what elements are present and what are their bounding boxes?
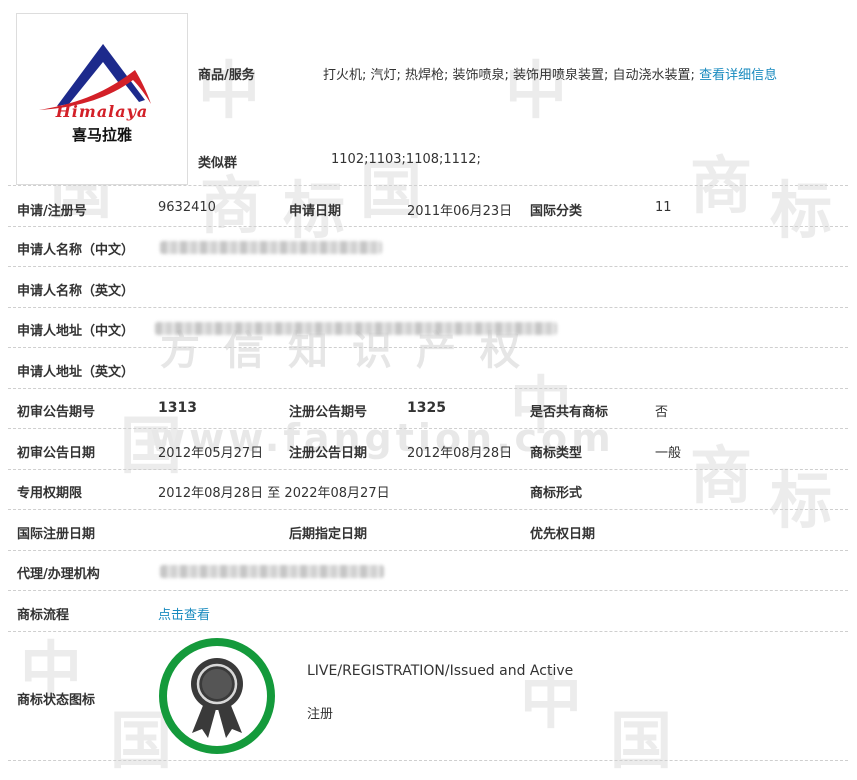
row-divider (8, 428, 848, 429)
intl-class-value: 11 (655, 200, 672, 215)
watermark-char: 标 (770, 464, 833, 537)
logo-latin-name: Himalaya (55, 102, 149, 121)
application-number-value: 9632410 (158, 200, 216, 215)
status-text-english: LIVE/REGISTRATION/Issued and Active (307, 663, 574, 679)
application-date-value: 2011年06月23日 (407, 204, 513, 219)
reg-announcement-date-value: 2012年08月28日 (407, 446, 513, 461)
goods-value: 打火机; 汽灯; 热焊枪; 装饰喷泉; 装饰用喷泉装置; 自动浇水装置; 查看详… (323, 64, 777, 83)
reg-announcement-date-label: 注册公告日期 (289, 446, 368, 461)
similar-group-value: 1102;1103;1108;1112; (331, 152, 481, 167)
priority-date-label: 优先权日期 (530, 527, 596, 542)
status-icon-label: 商标状态图标 (17, 693, 96, 708)
row-divider (8, 226, 848, 227)
exclusive-term-value: 2012年08月28日 至 2022年08月27日 (158, 486, 390, 501)
agent-label: 代理/办理机构 (17, 567, 100, 582)
later-designation-date-label: 后期指定日期 (289, 527, 368, 542)
watermark-char: 中 (510, 369, 573, 442)
agent-redacted (160, 565, 384, 582)
watermark-char: 国 (610, 704, 673, 777)
prelim-announcement-date-value: 2012年05月27日 (158, 446, 264, 461)
goods-list: 打火机; 汽灯; 热焊枪; 装饰喷泉; 装饰用喷泉装置; 自动浇水装置; (323, 68, 695, 83)
intl-reg-date-label: 国际注册日期 (17, 527, 96, 542)
view-details-link[interactable]: 查看详细信息 (699, 68, 777, 83)
prelim-announcement-no-label: 初审公告期号 (17, 405, 96, 420)
goods-label: 商品/服务 (198, 68, 255, 83)
applicant-name-cn-redacted (160, 241, 382, 258)
row-divider (8, 550, 848, 551)
application-date-label: 申请日期 (289, 204, 342, 219)
trademark-type-label: 商标类型 (530, 446, 583, 461)
prelim-announcement-no-value: 1313 (158, 400, 197, 416)
award-ribbon-icon (159, 638, 275, 754)
intl-class-label: 国际分类 (530, 204, 583, 219)
himalaya-logo (39, 44, 151, 110)
row-divider (8, 307, 848, 308)
trademark-flow-label: 商标流程 (17, 608, 70, 623)
shared-trademark-label: 是否共有商标 (530, 405, 609, 420)
row-divider (8, 590, 848, 591)
row-divider (8, 266, 848, 267)
row-divider (8, 631, 848, 632)
exclusive-term-label: 专用权期限 (17, 486, 83, 501)
view-flow-link[interactable]: 点击查看 (158, 604, 210, 623)
application-number-label: 申请/注册号 (17, 204, 87, 219)
trademark-image: Himalaya 喜马拉雅 (16, 13, 188, 185)
applicant-name-cn-label: 申请人名称（中文） (17, 243, 135, 258)
applicant-name-en-label: 申请人名称（英文） (17, 284, 135, 299)
row-divider (8, 347, 848, 348)
shared-trademark-value: 否 (655, 405, 669, 420)
prelim-announcement-date-label: 初审公告日期 (17, 446, 96, 461)
similar-group-label: 类似群 (198, 156, 238, 171)
row-divider (8, 760, 848, 761)
status-badge (158, 637, 276, 755)
watermark-char: 商 (690, 439, 753, 512)
rosette-center (202, 669, 232, 699)
row-divider (8, 388, 848, 389)
watermark-char: 商 (690, 149, 753, 222)
applicant-address-cn-redacted (155, 322, 557, 339)
status-text-chinese: 注册 (307, 707, 334, 722)
reg-announcement-no-label: 注册公告期号 (289, 405, 368, 420)
watermark-char: 中 (505, 54, 568, 127)
trademark-type-value: 一般 (655, 446, 682, 461)
watermark-char: 标 (770, 174, 833, 247)
applicant-address-cn-label: 申请人地址（中文） (17, 324, 135, 339)
logo-chinese-name: 喜马拉雅 (71, 126, 132, 144)
row-divider (8, 469, 848, 470)
applicant-address-en-label: 申请人地址（英文） (17, 365, 135, 380)
reg-announcement-no-value: 1325 (407, 400, 446, 416)
trademark-form-label: 商标形式 (530, 486, 583, 501)
row-divider (8, 509, 848, 510)
watermark-char: 中 (198, 54, 261, 127)
